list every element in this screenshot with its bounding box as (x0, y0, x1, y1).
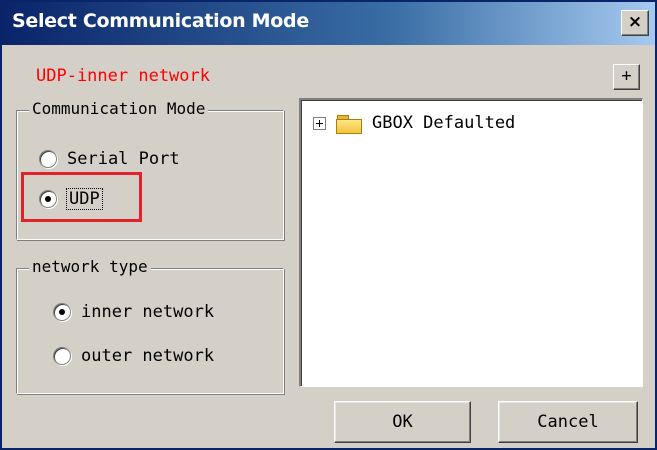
network-type-group: network type inner network outer network (16, 257, 284, 394)
folder-icon (336, 114, 362, 134)
cancel-button[interactable]: Cancel (498, 401, 638, 443)
serial-port-option[interactable]: Serial Port (39, 147, 180, 171)
outer-network-radio[interactable] (53, 347, 71, 365)
tree-item-gbox-defaulted[interactable]: GBOX Defaulted (313, 113, 516, 134)
close-icon: × (627, 12, 643, 32)
plus-icon: + (621, 66, 632, 86)
device-tree-view[interactable]: GBOX Defaulted (299, 98, 643, 387)
expand-node-icon[interactable] (313, 116, 326, 130)
expand-button[interactable]: + (613, 64, 640, 90)
inner-network-label: inner network (81, 302, 215, 322)
inner-network-radio[interactable] (53, 303, 71, 321)
current-mode-status: UDP-inner network (36, 66, 210, 86)
outer-network-label: outer network (81, 346, 215, 366)
communication-mode-legend: Communication Mode (29, 99, 209, 118)
udp-option[interactable]: UDP (39, 187, 103, 211)
udp-radio[interactable] (39, 190, 57, 208)
title-bar[interactable]: Select Communication Mode × (2, 2, 655, 45)
serial-port-label: Serial Port (67, 149, 180, 169)
outer-network-option[interactable]: outer network (53, 344, 214, 368)
close-button[interactable]: × (621, 10, 649, 36)
network-type-legend: network type (29, 257, 151, 276)
communication-mode-dialog: Select Communication Mode × UDP-inner ne… (0, 0, 657, 450)
udp-label: UDP (66, 188, 103, 210)
serial-port-radio[interactable] (39, 150, 57, 168)
communication-mode-group: Communication Mode Serial Port UDP (16, 99, 284, 240)
tree-item-label: GBOX Defaulted (372, 113, 516, 133)
inner-network-option[interactable]: inner network (53, 300, 214, 324)
window-title: Select Communication Mode (12, 10, 309, 32)
ok-button[interactable]: OK (334, 401, 471, 443)
